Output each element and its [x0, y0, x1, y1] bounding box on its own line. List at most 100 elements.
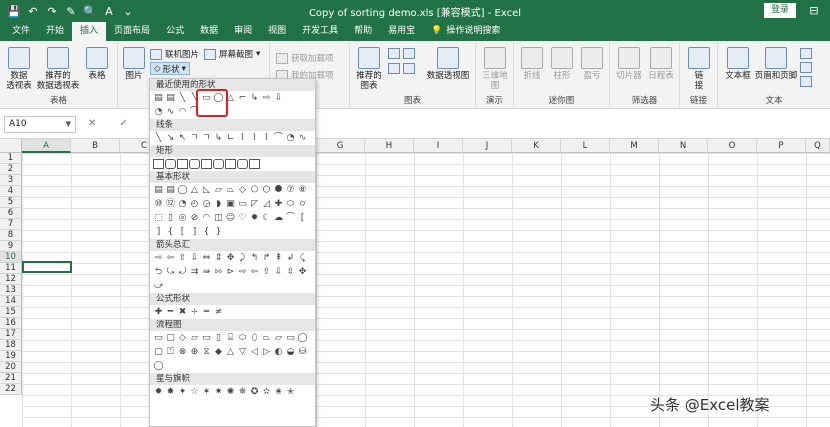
equation-shape-4[interactable]: ÷	[189, 307, 200, 317]
basic-shape-7[interactable]: ⏢	[225, 185, 236, 195]
row-header-18[interactable]: 18	[0, 340, 22, 351]
row-header-13[interactable]: 13	[0, 285, 22, 296]
select-all-corner[interactable]	[0, 139, 22, 153]
star-shape-11[interactable]: ✬	[273, 387, 284, 397]
star-shape-8[interactable]: ✵	[237, 387, 248, 397]
column-header-I[interactable]: I	[414, 139, 463, 153]
row-header-12[interactable]: 12	[0, 274, 22, 285]
flowchart-shape-3[interactable]: ⊗	[177, 347, 188, 357]
signature-line-icon[interactable]	[800, 62, 812, 73]
rectangle-shape-5[interactable]	[201, 159, 212, 169]
arrow-shape-8[interactable]: ⤸	[237, 253, 248, 263]
flowchart-shape-12[interactable]: ▭	[285, 333, 296, 343]
flowchart-shape-8[interactable]: ▽	[237, 347, 248, 357]
flowchart-shape-6[interactable]: ▯	[213, 333, 224, 343]
row-header-1[interactable]: 1	[0, 153, 22, 164]
rectangle-shape-6[interactable]	[213, 159, 224, 169]
row-header-4[interactable]: 4	[0, 186, 22, 197]
row-header-21[interactable]: 21	[0, 373, 22, 384]
equation-shape-3[interactable]: ✖	[177, 307, 188, 317]
row-header-22[interactable]: 22	[0, 384, 22, 395]
row-header-5[interactable]: 5	[0, 197, 22, 208]
flowchart-shape-5[interactable]: ▭	[201, 333, 212, 343]
basic-shape-2[interactable]: ▤	[165, 185, 176, 195]
row-header-15[interactable]: 15	[0, 307, 22, 318]
arrow-shape-11[interactable]: ⇞	[273, 253, 284, 263]
wordart-icon[interactable]	[800, 48, 812, 59]
line-shape-13[interactable]: ∿	[297, 133, 308, 143]
arrow-shape-10[interactable]: ↱	[261, 253, 272, 263]
flowchart-shape-1[interactable]: ◯	[153, 361, 164, 371]
flowchart-shape-10[interactable]: ▷	[261, 347, 272, 357]
arrow-shape-7[interactable]: ⊳	[225, 267, 236, 277]
equation-shape-1[interactable]: ✚	[153, 307, 164, 317]
line-shape-12[interactable]: ◔	[285, 133, 296, 143]
line-shape-7[interactable]: ∟	[225, 133, 236, 143]
arrow-shape-7[interactable]: ✥	[225, 253, 236, 263]
screenshot-button[interactable]: 屏幕截图 ▾	[204, 48, 260, 60]
arrow-shape-2[interactable]: ⇦	[165, 253, 176, 263]
arrow-shape-9[interactable]: ↰	[249, 253, 260, 263]
arrow-shape-10[interactable]: ⇧	[261, 267, 272, 277]
arrow-shape-4[interactable]: ⇩	[189, 253, 200, 263]
line-shape-5[interactable]: ㄱ	[201, 133, 212, 143]
flowchart-shape-10[interactable]: ⏢	[261, 333, 272, 343]
pivot-table-button[interactable]: 数据 透视表	[4, 47, 34, 91]
column-header-N[interactable]: N	[659, 139, 708, 153]
basic-shape-1[interactable]: ]	[153, 227, 164, 237]
line-shape-6[interactable]: ↳	[213, 133, 224, 143]
arrow-shape-3[interactable]: ⤾	[177, 267, 188, 277]
column-header-P[interactable]: P	[757, 139, 806, 153]
basic-shape-8[interactable]: ▭	[237, 199, 248, 209]
arrow-shape-6[interactable]: ⇕	[213, 253, 224, 263]
basic-shape-7[interactable]: ▣	[225, 199, 236, 209]
column-header-K[interactable]: K	[512, 139, 561, 153]
row-header-2[interactable]: 2	[0, 164, 22, 175]
tab-help[interactable]: 帮助	[346, 22, 380, 41]
flowchart-shape-1[interactable]: ▭	[153, 333, 164, 343]
pivot-chart-button[interactable]: 数据透视图	[426, 47, 470, 81]
flowchart-shape-7[interactable]: △	[225, 347, 236, 357]
recent-shape-3[interactable]: ◠	[177, 107, 188, 117]
ribbon-display-options-icon[interactable]: ⊟	[806, 3, 822, 18]
basic-shape-3[interactable]: [	[177, 227, 188, 237]
column-header-B[interactable]: B	[71, 139, 120, 153]
sparkline-winloss-button[interactable]: 盈亏	[578, 47, 606, 81]
chart-type-buttons-2[interactable]	[388, 63, 415, 74]
arrow-shape-5[interactable]: ⇛	[201, 267, 212, 277]
arrow-shape-12[interactable]: ⇳	[285, 267, 296, 277]
tell-me-search[interactable]: 💡 操作说明搜索	[423, 22, 508, 41]
basic-shape-4[interactable]: ⊘	[189, 213, 200, 223]
column-header-M[interactable]: M	[610, 139, 659, 153]
basic-shape-6[interactable]: ▱	[213, 185, 224, 195]
basic-shape-5[interactable]: ◠	[201, 213, 212, 223]
row-header-8[interactable]: 8	[0, 230, 22, 241]
tab-formulas[interactable]: 公式	[158, 22, 192, 41]
column-header-G[interactable]: G	[316, 139, 365, 153]
line-shape-10[interactable]: ⌇	[261, 133, 272, 143]
flowchart-shape-7[interactable]: ⌸	[225, 333, 236, 343]
basic-shape-12[interactable]: ⬭	[285, 199, 296, 209]
rectangle-shape-2[interactable]	[165, 159, 176, 169]
tab-insert[interactable]: 插入	[72, 22, 107, 41]
flowchart-shape-12[interactable]: ◒	[285, 347, 296, 357]
active-cell-A10[interactable]	[22, 261, 72, 273]
basic-shape-10[interactable]: ⬡	[261, 185, 272, 195]
arrow-shape-13[interactable]: ✥	[297, 267, 308, 277]
basic-shape-9[interactable]: ◸	[249, 199, 260, 209]
row-header-6[interactable]: 6	[0, 208, 22, 219]
rectangle-shape-1[interactable]	[153, 159, 164, 169]
get-addins-button[interactable]: 获取加载项	[276, 52, 334, 64]
basic-shape-4[interactable]: ◴	[189, 199, 200, 209]
tab-page-layout[interactable]: 页面布局	[106, 22, 158, 41]
tab-home[interactable]: 开始	[38, 22, 72, 41]
arrow-shape-9[interactable]: ⇦	[249, 267, 260, 277]
basic-shape-3[interactable]: ◔	[177, 199, 188, 209]
flowchart-shape-2[interactable]: ⏍	[165, 347, 176, 357]
header-footer-button[interactable]: 页眉和页脚	[754, 47, 798, 81]
arrow-shape-1[interactable]: ⮌	[153, 267, 164, 277]
3d-map-button[interactable]: 三维地 图	[479, 47, 511, 91]
shapes-button[interactable]: ◇ 形状 ▾	[150, 62, 190, 75]
basic-shape-5[interactable]: {	[201, 227, 212, 237]
recent-shape-1[interactable]: ◔	[153, 107, 164, 117]
